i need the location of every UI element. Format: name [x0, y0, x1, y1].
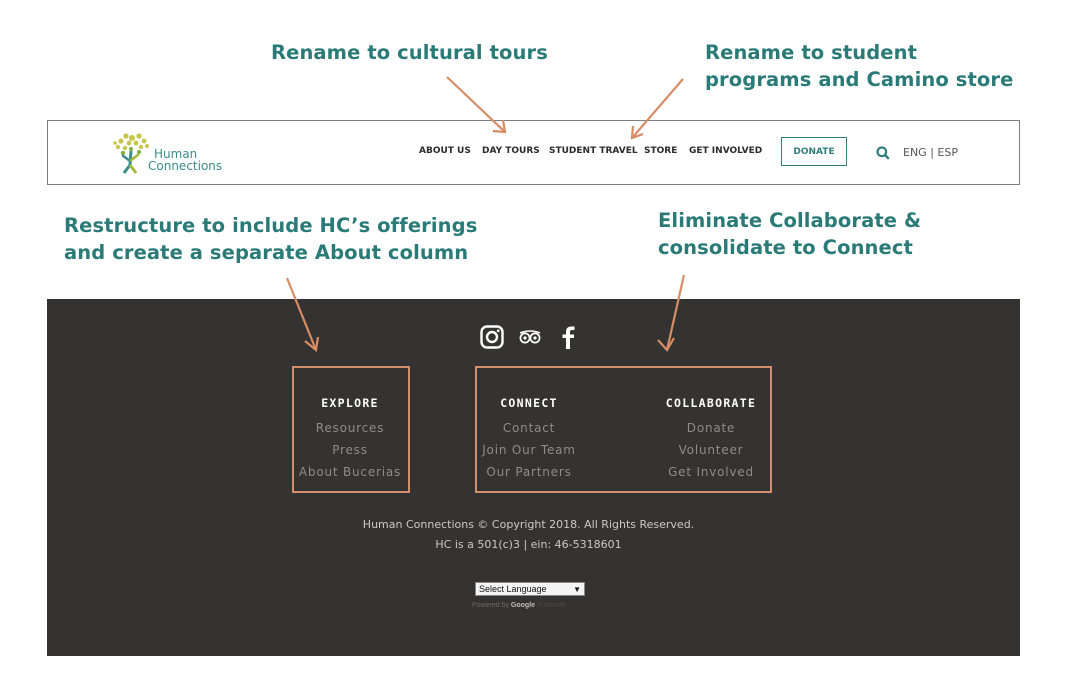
collaborate-link-get-involved[interactable]: Get Involved — [659, 465, 763, 479]
nav-store[interactable]: STORE — [644, 146, 677, 156]
powered-by-google-translate: Powered by Google Translate — [472, 602, 566, 609]
connect-heading: CONNECT — [500, 396, 558, 410]
site-header: Human Connections ABOUT US DAY TOURS STU… — [47, 120, 1020, 185]
annotation-student-programs-line2: programs and Camino store — [705, 68, 1014, 91]
chevron-down-icon: ▼ — [573, 585, 581, 594]
ein-text: HC is a 501(c)3 | ein: 46-5318601 — [435, 538, 622, 551]
nav-about-us[interactable]: ABOUT US — [419, 146, 471, 156]
annotation-student-programs-line1: Rename to student — [705, 41, 918, 64]
instagram-icon[interactable] — [479, 324, 505, 350]
explore-link-press[interactable]: Press — [298, 443, 402, 457]
nav-student-travel[interactable]: STUDENT TRAVEL — [549, 146, 638, 156]
language-switcher[interactable]: ENG | ESP — [903, 146, 958, 159]
annotation-cultural-tours: Rename to cultural tours — [271, 41, 548, 64]
language-select-value: Select Language — [479, 584, 547, 594]
connect-link-contact[interactable]: Contact — [479, 421, 579, 435]
donate-button[interactable]: DONATE — [781, 137, 847, 166]
explore-heading: EXPLORE — [321, 396, 379, 410]
language-select[interactable]: Select Language ▼ — [475, 582, 585, 596]
explore-link-about-bucerias[interactable]: About Bucerias — [298, 465, 402, 479]
nav-get-involved[interactable]: GET INVOLVED — [689, 146, 762, 156]
powered-by-text: Powered by — [472, 602, 509, 609]
nav-day-tours[interactable]: DAY TOURS — [482, 146, 540, 156]
annotation-restructure-line1: Restructure to include HC’s offerings — [64, 214, 478, 237]
copyright-text: Human Connections © Copyright 2018. All … — [362, 518, 695, 531]
annotation-restructure-line2: and create a separate About column — [64, 241, 469, 264]
logo-text-connections: Connections — [148, 159, 223, 173]
collaborate-link-donate[interactable]: Donate — [659, 421, 763, 435]
translate-link[interactable]: Translate — [537, 602, 566, 609]
collaborate-link-volunteer[interactable]: Volunteer — [659, 443, 763, 457]
logo[interactable]: Human Connections — [112, 131, 232, 175]
logo-tree-icon — [113, 133, 149, 174]
collaborate-heading: COLLABORATE — [665, 396, 757, 410]
annotation-eliminate-line2: consolidate to Connect — [658, 236, 913, 259]
connect-link-our-partners[interactable]: Our Partners — [479, 465, 579, 479]
connect-link-join-our-team[interactable]: Join Our Team — [479, 443, 579, 457]
facebook-icon[interactable] — [555, 324, 581, 350]
google-logo-text: Google — [510, 602, 536, 609]
search-icon[interactable] — [876, 146, 890, 160]
annotation-eliminate-line1: Eliminate Collaborate & — [658, 209, 922, 232]
site-footer: EXPLORE Resources Press About Bucerias C… — [47, 299, 1020, 656]
tripadvisor-icon[interactable] — [517, 324, 543, 350]
explore-link-resources[interactable]: Resources — [298, 421, 402, 435]
